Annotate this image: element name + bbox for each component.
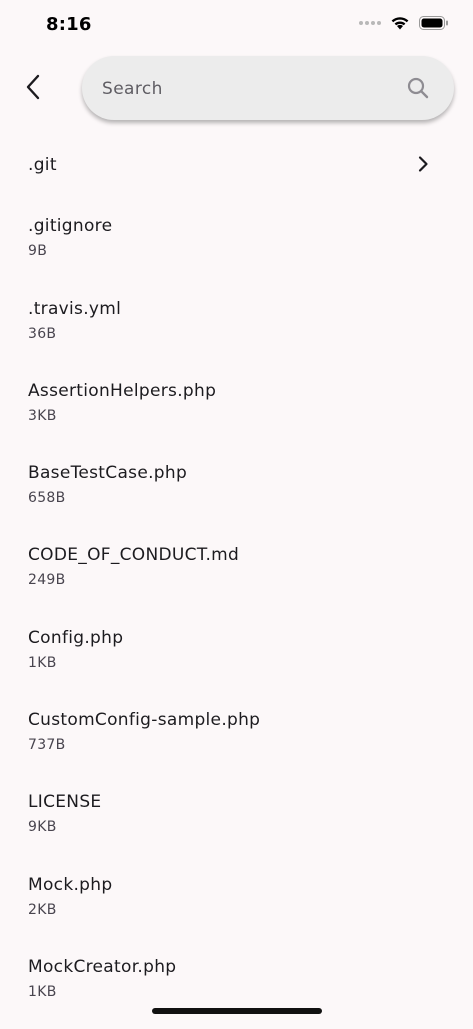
list-item[interactable]: CustomConfig-sample.php 737B (0, 700, 473, 782)
file-name: AssertionHelpers.php (28, 380, 217, 401)
file-size: 1KB (28, 983, 57, 1000)
list-item[interactable]: Mock.php 2KB (0, 865, 473, 947)
file-name: CODE_OF_CONDUCT.md (28, 545, 240, 566)
list-item[interactable]: Config.php 1KB (0, 618, 473, 700)
file-size: 2KB (28, 901, 57, 918)
wifi-icon (391, 17, 409, 30)
file-size: 9B (28, 243, 48, 260)
file-size: 737B (28, 737, 66, 754)
list-item[interactable]: MockCreator.php 1KB (0, 947, 473, 1029)
search-bar[interactable] (82, 56, 454, 122)
file-size: 658B (28, 490, 66, 507)
list-item[interactable]: AssertionHelpers.php 3KB (0, 371, 473, 453)
status-bar: 8:16 (0, 0, 473, 50)
list-item[interactable]: .gitignore 9B (0, 206, 473, 288)
file-size: 3KB (28, 407, 57, 424)
battery-icon (419, 15, 448, 30)
file-size: 249B (28, 572, 66, 589)
chevron-left-icon (26, 74, 40, 100)
list-item[interactable]: BaseTestCase.php 658B (0, 453, 473, 535)
home-indicator[interactable] (152, 1008, 322, 1014)
file-name: LICENSE (28, 792, 102, 813)
header (0, 52, 473, 124)
file-name: MockCreator.php (28, 956, 177, 977)
file-size: 36B (28, 325, 57, 342)
cellular-signal-icon (359, 20, 381, 25)
file-name: Mock.php (28, 874, 113, 895)
file-name: CustomConfig-sample.php (28, 710, 261, 731)
file-list: .git .gitignore 9B .travis.yml 36B Asser… (0, 124, 473, 1029)
file-name: BaseTestCase.php (28, 463, 188, 484)
file-name: .travis.yml (28, 298, 122, 319)
status-time: 8:16 (46, 14, 92, 35)
chevron-right-icon (418, 156, 428, 172)
search-input[interactable] (100, 56, 394, 122)
search-icon[interactable] (406, 76, 430, 100)
status-icons (359, 15, 449, 30)
file-name: Config.php (28, 627, 124, 648)
back-button[interactable] (16, 70, 50, 104)
file-name: .git (28, 155, 57, 175)
list-item[interactable]: .travis.yml 36B (0, 289, 473, 371)
list-item[interactable]: CODE_OF_CONDUCT.md 249B (0, 535, 473, 617)
file-name: .gitignore (28, 216, 113, 237)
list-item-folder-git[interactable]: .git (0, 124, 473, 206)
file-size: 9KB (28, 819, 57, 836)
file-size: 1KB (28, 654, 57, 671)
list-item[interactable]: LICENSE 9KB (0, 782, 473, 864)
